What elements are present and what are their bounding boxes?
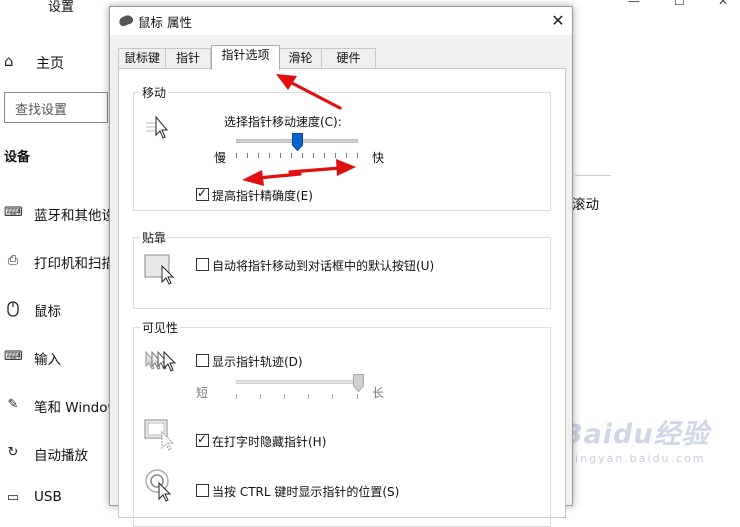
nav-item-label: 自动播放 bbox=[34, 448, 88, 464]
slider-tick bbox=[357, 394, 358, 399]
window-close-button[interactable]: ✕ bbox=[718, 0, 728, 8]
snap-to-checkbox[interactable] bbox=[196, 258, 209, 271]
show-location-icon bbox=[145, 469, 172, 502]
pen-icon: ✎ bbox=[7, 397, 19, 412]
home-nav-item[interactable]: ⌂ 主页 bbox=[4, 52, 124, 72]
watermark-logo-text: Baidu经验 bbox=[562, 419, 710, 450]
slider-tick bbox=[335, 153, 336, 158]
usb-icon: ▭ bbox=[6, 490, 20, 505]
pointer-speed-icon bbox=[146, 115, 169, 139]
show-location-ctrl-checkbox[interactable] bbox=[196, 484, 209, 497]
home-icon: ⌂ bbox=[4, 52, 14, 70]
devices-section-title: 设备 bbox=[4, 150, 31, 165]
minimize-button[interactable]: — bbox=[628, 0, 640, 8]
trails-short-label: 短 bbox=[196, 386, 209, 400]
slider-tick bbox=[247, 153, 248, 158]
visibility-group-label: 可见性 bbox=[140, 319, 181, 336]
tab-buttons[interactable]: 鼠标键 bbox=[118, 48, 166, 69]
pointer-trails-checkbox[interactable] bbox=[196, 354, 209, 367]
motion-group: 移动 选择指针移动速度(C): 慢 快 ✓ 提高指针精确度(E) bbox=[133, 84, 551, 211]
snap-to-group: 贴靠 自动将指针移动到对话框中的默认按钮(U) bbox=[133, 229, 551, 309]
precision-label[interactable]: 提高指针精确度(E) bbox=[212, 187, 313, 204]
divider bbox=[575, 175, 611, 176]
slider-tick bbox=[346, 153, 347, 158]
motion-group-label: 移动 bbox=[140, 84, 169, 101]
snap-group-label: 贴靠 bbox=[140, 229, 169, 246]
trail-slider-ticks bbox=[236, 394, 358, 399]
slider-tick bbox=[258, 153, 259, 158]
baidu-watermark: Baidu经验 jingyan.baidu.com bbox=[562, 412, 732, 472]
mouse-icon bbox=[4, 301, 22, 317]
nav-item-usb[interactable]: ▭ USB bbox=[4, 488, 114, 510]
nav-item-mouse[interactable]: 鼠标 bbox=[4, 299, 114, 321]
show-location-ctrl-label[interactable]: 当按 CTRL 键时显示指针的位置(S) bbox=[212, 483, 399, 500]
fast-label: 快 bbox=[372, 151, 385, 165]
nav-item-label: 蓝牙和其他设 bbox=[34, 208, 114, 224]
visibility-group: 可见性 显示指针轨迹(D) 短 长 ✓ 在打字时隐藏指针(H) 当按 CTRL … bbox=[133, 319, 551, 527]
slider-tick bbox=[269, 153, 270, 158]
keyboard-icon: ⌨ bbox=[4, 205, 23, 220]
nav-item-label: 鼠标 bbox=[34, 304, 61, 320]
scroll-setting-label: 滚动 bbox=[572, 197, 599, 213]
speed-slider-thumb[interactable] bbox=[291, 133, 303, 151]
nav-item-pen[interactable]: ✎ 笔和 Window bbox=[4, 395, 114, 417]
slider-tick bbox=[308, 394, 309, 399]
close-icon[interactable]: ✕ bbox=[547, 10, 569, 32]
trail-length-slider-track[interactable] bbox=[236, 380, 358, 384]
slider-tick bbox=[332, 394, 333, 399]
mouse-properties-dialog: 鼠标 属性 ✕ 鼠标键 指针 指针选项 滑轮 硬件 移动 选择指针移动速度(C)… bbox=[109, 6, 573, 527]
speed-slider-ticks bbox=[236, 153, 358, 158]
pointer-options-page: 移动 选择指针移动速度(C): 慢 快 ✓ 提高指针精确度(E) 贴靠 自动将指… bbox=[118, 68, 566, 527]
nav-item-typing[interactable]: ⌨ 输入 bbox=[4, 347, 114, 369]
printer-icon: ⎙ bbox=[7, 253, 19, 268]
maximize-button[interactable]: ☐ bbox=[674, 0, 685, 8]
autoplay-icon: ↻ bbox=[7, 445, 19, 460]
slider-tick bbox=[313, 153, 314, 158]
slider-tick bbox=[324, 153, 325, 158]
mouse-icon bbox=[117, 13, 135, 28]
slider-tick bbox=[236, 394, 237, 399]
nav-item-label: 打印机和扫描 bbox=[34, 256, 114, 272]
trail-length-slider-thumb[interactable] bbox=[352, 374, 364, 392]
tab-pointer-options[interactable]: 指针选项 bbox=[211, 45, 280, 70]
tab-wheel[interactable]: 滑轮 bbox=[279, 48, 322, 69]
slider-tick bbox=[260, 394, 261, 399]
tab-strip: 鼠标键 指针 指针选项 滑轮 硬件 bbox=[118, 45, 566, 70]
home-label: 主页 bbox=[36, 56, 64, 72]
slow-label: 慢 bbox=[214, 151, 227, 165]
speed-label: 选择指针移动速度(C): bbox=[224, 115, 342, 129]
pointer-trails-label[interactable]: 显示指针轨迹(D) bbox=[212, 353, 303, 370]
slider-tick bbox=[291, 153, 292, 158]
tab-hardware[interactable]: 硬件 bbox=[321, 48, 376, 69]
pointer-trails-icon bbox=[145, 350, 177, 372]
dialog-title: 鼠标 属性 bbox=[138, 15, 192, 30]
hide-while-typing-checkbox[interactable] bbox=[196, 432, 209, 447]
settings-search-input[interactable]: 查找设置 bbox=[4, 92, 108, 123]
nav-item-bluetooth[interactable]: ⌨ 蓝牙和其他设 bbox=[4, 203, 114, 225]
snap-to-icon bbox=[144, 254, 175, 285]
snap-to-label[interactable]: 自动将指针移动到对话框中的默认按钮(U) bbox=[212, 257, 434, 274]
precision-checkbox[interactable] bbox=[196, 186, 209, 201]
dialog-titlebar[interactable]: 鼠标 属性 ✕ bbox=[110, 7, 572, 35]
slider-tick bbox=[284, 394, 285, 399]
slider-tick bbox=[236, 153, 237, 158]
nav-item-label: 笔和 Window bbox=[34, 400, 114, 416]
hide-while-typing-label[interactable]: 在打字时隐藏指针(H) bbox=[212, 433, 326, 450]
nav-item-autoplay[interactable]: ↻ 自动播放 bbox=[4, 443, 114, 465]
settings-title: 设置 bbox=[48, 0, 75, 15]
slider-tick bbox=[357, 153, 358, 158]
nav-item-printers[interactable]: ⎙ 打印机和扫描 bbox=[4, 251, 114, 273]
trails-long-label: 长 bbox=[372, 386, 385, 400]
nav-item-label: 输入 bbox=[34, 352, 61, 368]
nav-item-label: USB bbox=[34, 489, 62, 505]
slider-tick bbox=[280, 153, 281, 158]
watermark-url: jingyan.baidu.com bbox=[570, 452, 706, 465]
search-placeholder: 查找设置 bbox=[15, 103, 68, 118]
tab-pointers[interactable]: 指针 bbox=[165, 48, 211, 69]
keyboard-icon: ⌨ bbox=[4, 349, 23, 364]
slider-tick bbox=[302, 153, 303, 158]
hide-while-typing-icon bbox=[144, 419, 175, 451]
